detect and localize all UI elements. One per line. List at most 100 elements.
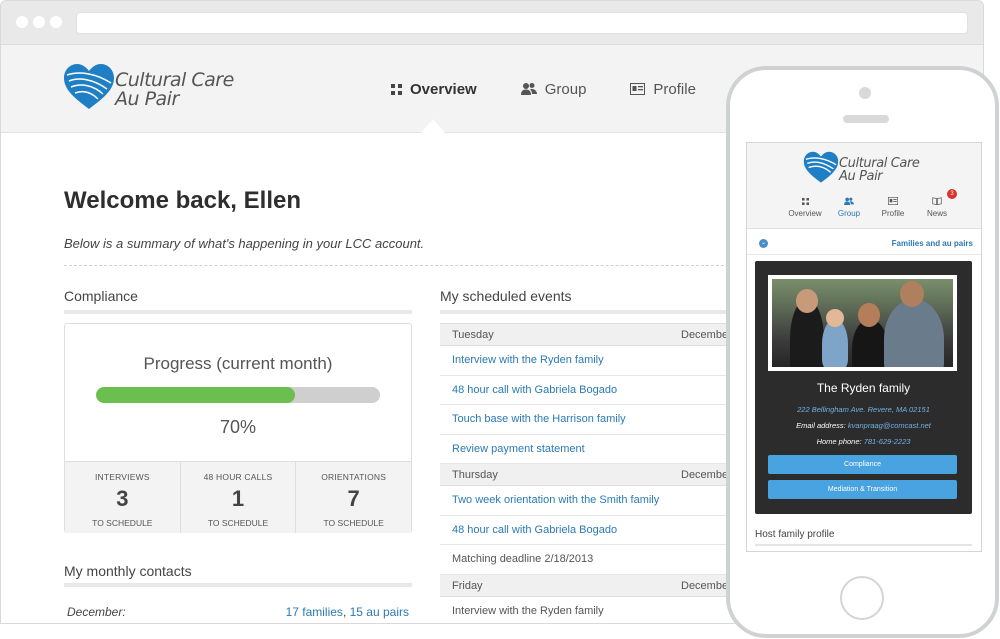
event-item[interactable]: Two week orientation with the Smith fami… (440, 486, 740, 516)
page-title: Welcome back, Ellen (64, 187, 301, 214)
family-photo (768, 275, 957, 371)
stat-sub: TO SCHEDULE (92, 518, 153, 528)
brand-line2: Au Pair (839, 169, 883, 184)
family-name: The Ryden family (816, 381, 911, 395)
stat-value: 3 (116, 486, 129, 511)
family-phone-link[interactable]: 781-629-2223 (864, 437, 911, 446)
window-control-dot[interactable] (16, 16, 28, 28)
contacts-title: My monthly contacts (64, 563, 192, 579)
nav-active-pointer (421, 119, 445, 133)
phone-camera (859, 87, 871, 99)
stat-label: INTERVIEWS (94, 472, 150, 482)
event-item: Matching deadline 2/18/2013 (440, 545, 740, 575)
host-family-profile-title: Host family profile (755, 529, 835, 540)
family-email-link[interactable]: kvanpraag@comcast.net (848, 421, 931, 430)
address-bar[interactable] (76, 12, 968, 34)
family-address-link[interactable]: 222 Bellingham Ave. Revere, MA 02151 (797, 405, 930, 414)
grid-icon (391, 82, 402, 98)
grid-icon (787, 197, 823, 207)
brand-line2: Au Pair (115, 88, 179, 110)
stat-sub: TO SCHEDULE (207, 518, 269, 528)
divider (64, 265, 734, 266)
mobile-nav-label: Group (837, 209, 861, 218)
events-title: My scheduled events (440, 288, 572, 304)
section-rule (755, 544, 972, 546)
nav-group-label: Group (544, 81, 587, 98)
event-month-label: December (681, 329, 732, 341)
stat-orientations[interactable]: ORIENTATIONS 7 TO SCHEDULE (296, 462, 411, 533)
mobile-nav: Overview Group Profile News 3 (787, 189, 957, 218)
notification-badge: 3 (947, 189, 957, 199)
event-month-label: December (681, 579, 732, 592)
event-day-header: Thursday December (440, 464, 740, 486)
event-item[interactable]: Interview with the Ryden family (440, 346, 740, 376)
event-item[interactable]: Touch base with the Harrison family (440, 405, 740, 435)
nav-profile-label: Profile (653, 81, 696, 98)
event-item[interactable]: Review payment statement (440, 435, 740, 464)
event-day-header: Friday December (440, 574, 740, 597)
event-day-label: Friday (452, 579, 483, 592)
nav-overview[interactable]: Overview (391, 81, 477, 98)
contact-month: December: (67, 605, 126, 619)
families-au-pairs-link[interactable]: Families and au pairs (892, 239, 973, 248)
mobile-screen: Cultural Care Au Pair Overview Group Pro… (746, 142, 982, 552)
mobile-brand-logo[interactable]: Cultural Care Au Pair (803, 151, 933, 187)
family-address-row: 222 Bellingham Ave. Revere, MA 02151 (755, 405, 972, 414)
event-item: Interview with the Ryden family (440, 597, 740, 624)
brand-name: Cultural Care Au Pair (115, 71, 234, 109)
family-phone-row: Home phone: 781-629-2223 (755, 437, 972, 446)
event-day-header: Tuesday December (440, 324, 740, 346)
progress-fill (96, 387, 295, 403)
chevron-down-icon[interactable]: ⌄ (759, 239, 768, 248)
stat-value: 1 (231, 486, 245, 511)
progress-label: Progress (current month) (143, 354, 333, 373)
main-nav: Overview Group Profile (391, 81, 696, 98)
phone-mockup: Cultural Care Au Pair Overview Group Pro… (726, 66, 999, 638)
id-card-icon (875, 197, 911, 207)
families-link[interactable]: 17 families (286, 605, 343, 619)
mobile-brand-name: Cultural Care Au Pair (839, 157, 920, 183)
browser-toolbar (1, 1, 983, 45)
compliance-title: Compliance (64, 288, 138, 304)
events-list: Tuesday December Interview with the Ryden … (440, 323, 740, 624)
stat-label: ORIENTATIONS (321, 472, 387, 482)
section-rule (64, 583, 412, 587)
mobile-nav-profile[interactable]: Profile (875, 197, 911, 218)
event-day-label: Tuesday (452, 329, 494, 341)
stat-sub: TO SCHEDULE (323, 518, 384, 528)
event-item[interactable]: 48 hour call with Gabriela Bogado (440, 376, 740, 405)
phone-label: Home phone: (816, 437, 862, 446)
users-icon (831, 197, 867, 207)
compliance-button[interactable]: Compliance (768, 455, 957, 474)
heart-logo-icon (64, 64, 114, 109)
stat-interviews[interactable]: INTERVIEWS 3 TO SCHEDULE (65, 462, 181, 533)
stat-48-hour-calls[interactable]: 48 HOUR CALLS 1 TO SCHEDULE (181, 462, 297, 533)
nav-overview-label: Overview (410, 81, 477, 98)
brand-logo[interactable]: Cultural Care Au Pair (63, 63, 243, 115)
au-pairs-link[interactable]: 15 au pairs (350, 605, 409, 619)
mobile-nav-label: Profile (881, 209, 905, 218)
phone-speaker (843, 115, 889, 123)
phone-home-button[interactable] (840, 576, 884, 620)
id-card-icon (630, 82, 646, 98)
page-summary: Below is a summary of what's happening i… (64, 236, 425, 251)
nav-profile[interactable]: Profile (630, 81, 696, 98)
stat-value: 7 (347, 486, 360, 511)
mobile-subnav: ⌄ Families and au pairs (747, 235, 981, 255)
progress-bar (96, 387, 380, 403)
mobile-nav-group[interactable]: Group (831, 197, 867, 218)
stats-row: INTERVIEWS 3 TO SCHEDULE 48 HOUR CALLS 1… (65, 461, 411, 533)
event-month-label: December (681, 469, 732, 481)
window-control-dot[interactable] (33, 16, 45, 28)
mediation-transition-button[interactable]: Mediation & Transition (768, 480, 957, 499)
family-card: The Ryden family 222 Bellingham Ave. Rev… (755, 261, 972, 514)
event-item[interactable]: 48 hour call with Gabriela Bogado (440, 516, 740, 545)
nav-group[interactable]: Group (520, 81, 587, 98)
mobile-nav-news[interactable]: News 3 (919, 189, 957, 218)
event-day-label: Thursday (452, 469, 498, 481)
window-control-dot[interactable] (50, 16, 62, 28)
compliance-card: Progress (current month) 70% INTERVIEWS … (64, 323, 412, 533)
email-label: Email address: (796, 421, 846, 430)
mobile-nav-overview[interactable]: Overview (787, 197, 823, 218)
progress-percent: 70% (219, 417, 257, 437)
